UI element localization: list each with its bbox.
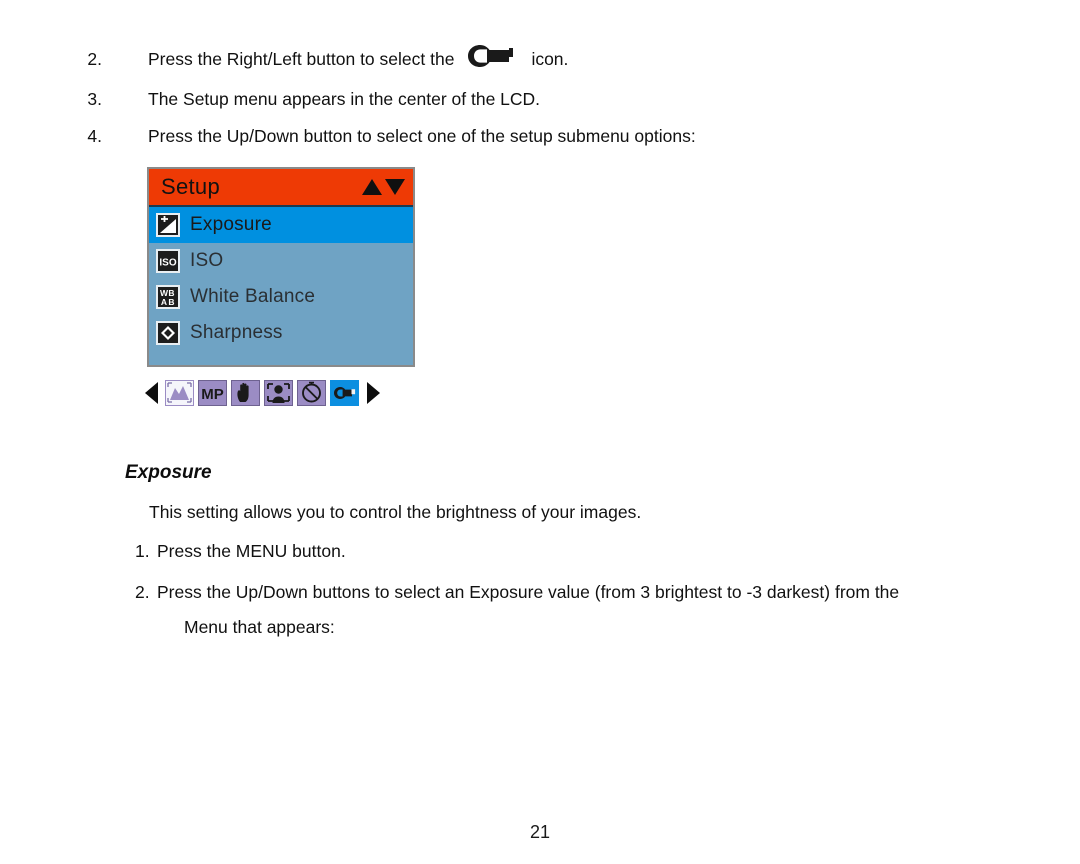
svg-text:A: A: [161, 297, 167, 307]
step-number: 4.: [87, 126, 102, 146]
setup-wrench-icon[interactable]: [330, 380, 359, 406]
anti-shake-hand-icon[interactable]: [231, 380, 260, 406]
face-detect-icon[interactable]: [264, 380, 293, 406]
step-text: Press the Right/Left button to select th…: [148, 44, 568, 73]
instruction-text: Press the Up/Down buttons to select an E…: [157, 581, 900, 602]
section-description: This setting allows you to control the b…: [149, 502, 642, 522]
megapixel-icon[interactable]: MP: [198, 380, 227, 406]
menu-item-exposure[interactable]: Exposure: [149, 207, 413, 243]
arrow-left-icon[interactable]: [145, 382, 158, 404]
iso-icon: ISO: [156, 249, 180, 273]
section-instruction-item: 2. Press the Up/Down buttons to select a…: [135, 582, 1080, 604]
triangle-up-icon[interactable]: [362, 179, 382, 195]
step-text: The Setup menu appears in the center of …: [148, 89, 541, 109]
wrench-icon: [462, 44, 528, 73]
lcd-header: Setup: [149, 169, 413, 207]
camera-lcd-screenshot: Setup Exposure ISO ISO WBAB White Balanc…: [147, 167, 415, 367]
menu-item-label: White Balance: [190, 286, 316, 307]
instruction-steps: 2. Press the Right/Left button to select…: [0, 44, 1080, 163]
menu-item-sharpness[interactable]: Sharpness: [149, 315, 413, 351]
svg-text:MP: MP: [201, 386, 224, 403]
svg-text:ISO: ISO: [159, 258, 176, 269]
instruction-step: 3. The Setup menu appears in the center …: [0, 89, 1080, 110]
section-heading: Exposure: [125, 462, 212, 483]
triangle-down-icon[interactable]: [385, 179, 405, 195]
white-balance-icon: WBAB: [156, 285, 180, 309]
arrow-right-icon[interactable]: [367, 382, 380, 404]
lcd-menu-list: Exposure ISO ISO WBAB White Balance Shar…: [147, 207, 415, 367]
instruction-step: 2. Press the Right/Left button to select…: [0, 44, 1080, 73]
menu-item-white-balance[interactable]: WBAB White Balance: [149, 279, 413, 315]
lcd-mode-bar: MP: [145, 380, 380, 406]
section-instruction-item: 1. Press the MENU button.: [135, 541, 1080, 563]
step-number: 3.: [87, 89, 102, 109]
lcd-header-frame: Setup: [147, 167, 415, 207]
exposure-compensation-icon: [156, 213, 180, 237]
svg-text:B: B: [168, 297, 174, 307]
step-number: 2.: [87, 49, 102, 69]
instruction-text: Press the MENU button.: [157, 541, 346, 561]
page-number: 21: [529, 822, 551, 842]
menu-item-iso[interactable]: ISO ISO: [149, 243, 413, 279]
instruction-continuation: Menu that appears:: [184, 616, 335, 637]
scene-mode-icon[interactable]: [165, 380, 194, 406]
section-body: This setting allows you to control the b…: [0, 502, 1080, 638]
menu-item-label: Exposure: [190, 214, 272, 235]
menu-item-label: Sharpness: [190, 322, 283, 343]
step-text-after: icon.: [531, 49, 569, 69]
lcd-scroll-arrows: [362, 179, 405, 195]
step-text: Press the Up/Down button to select one o…: [148, 126, 696, 146]
instruction-number: 2.: [135, 581, 150, 602]
lcd-title: Setup: [161, 174, 220, 199]
self-timer-icon[interactable]: [297, 380, 326, 406]
sharpness-icon: [156, 321, 180, 345]
instruction-step: 4. Press the Up/Down button to select on…: [0, 126, 1080, 147]
step-text-before: Press the Right/Left button to select th…: [148, 49, 455, 69]
instruction-number: 1.: [135, 541, 150, 561]
menu-item-label: ISO: [190, 250, 224, 271]
